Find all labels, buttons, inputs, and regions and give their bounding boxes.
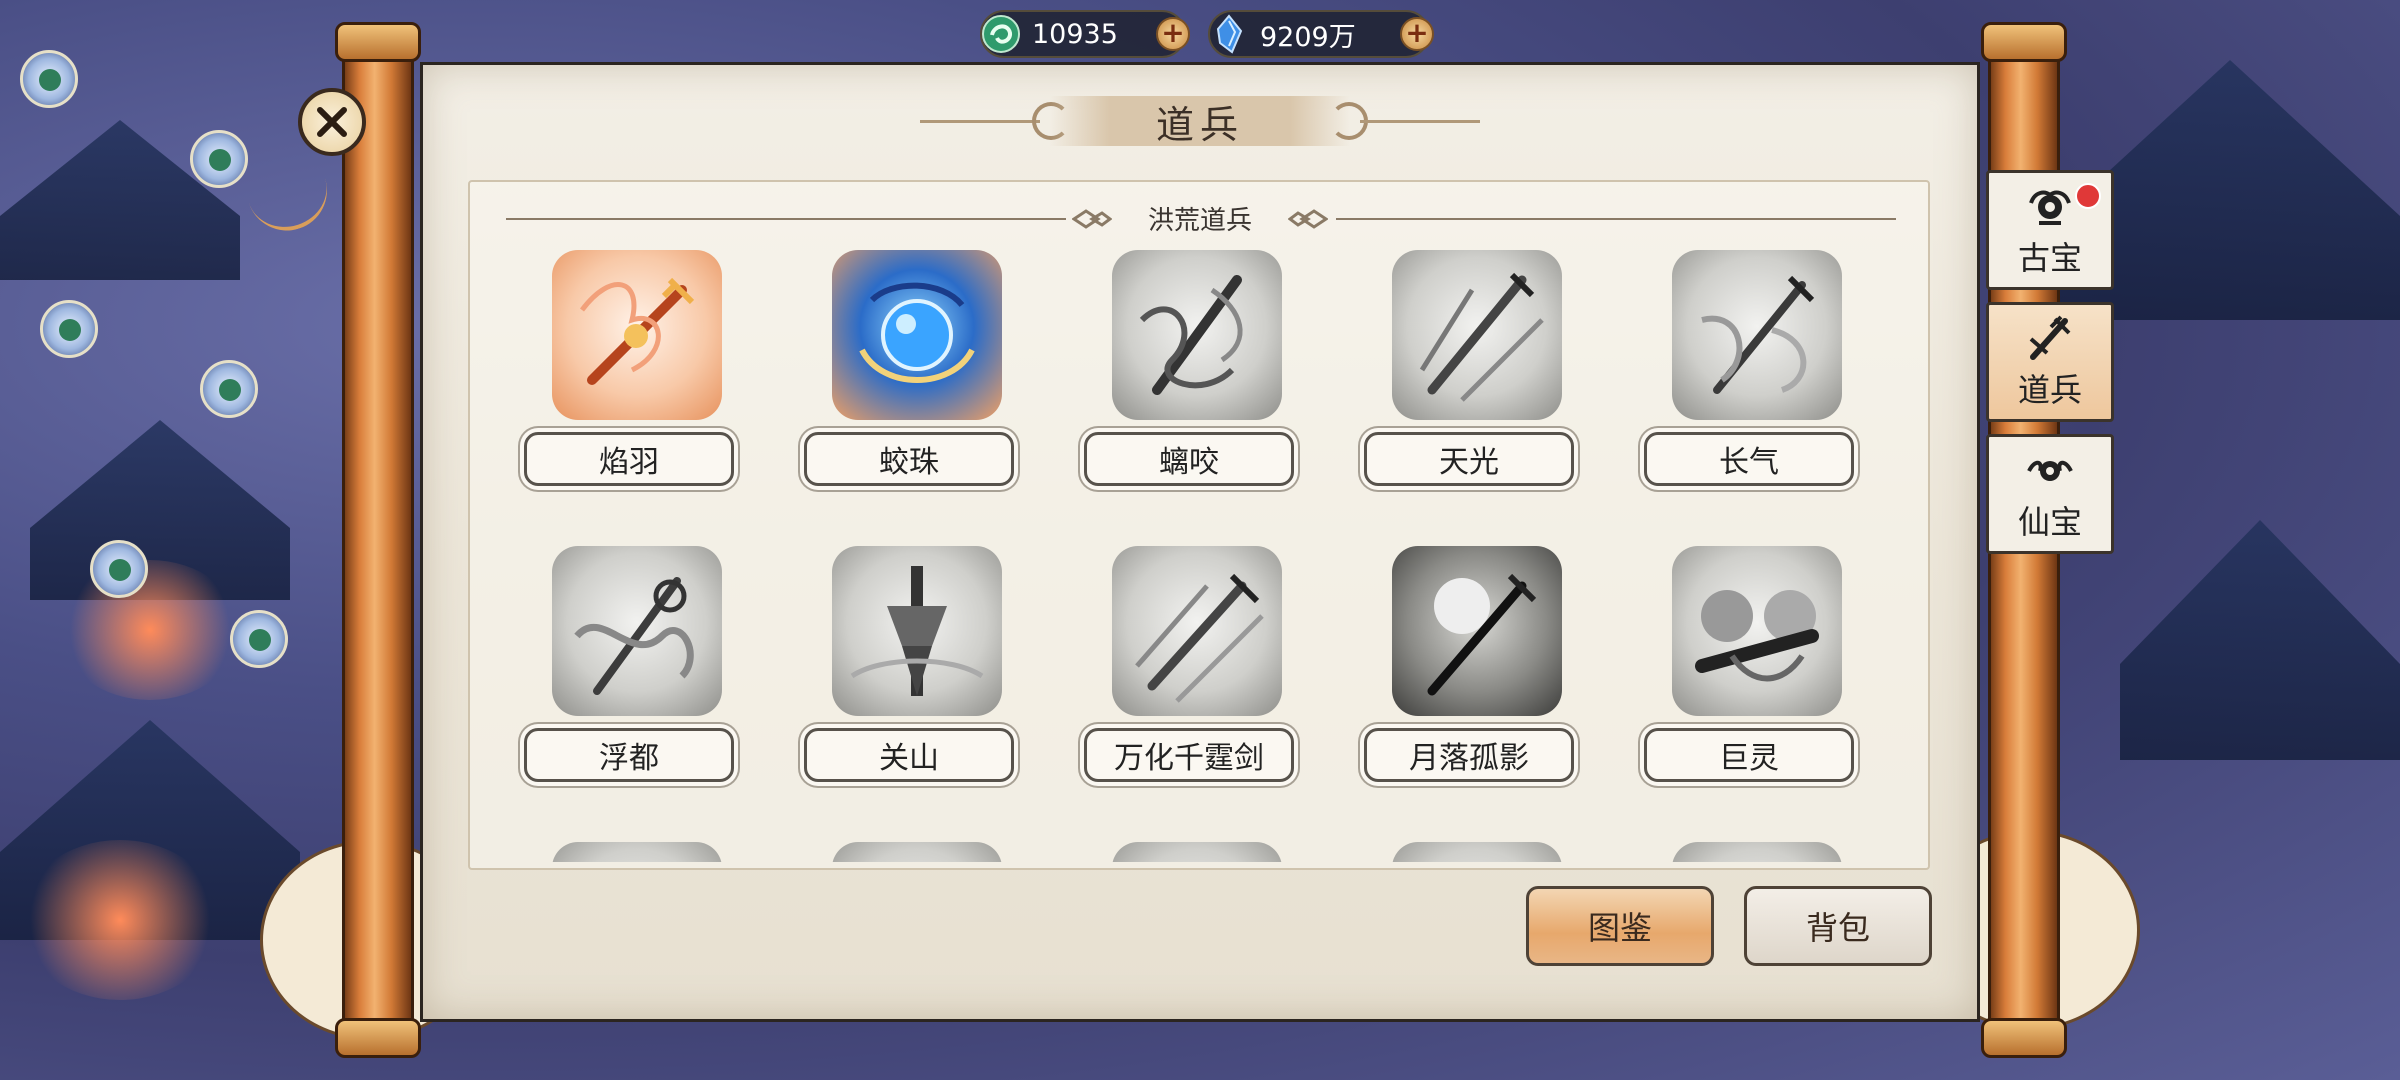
tab-label: 仙宝 (2017, 503, 2082, 541)
weapon-image (832, 250, 1002, 420)
weapon-item-jiaozhu[interactable]: 蛟珠 (804, 240, 1014, 500)
weapon-item-tianguang[interactable]: 天光 (1364, 240, 1574, 500)
panel-title-band: 道兵 (920, 92, 1480, 150)
divider-line (1336, 218, 1896, 220)
currency-crystal: 9209万 + (1206, 10, 1434, 58)
jade-coin-icon (978, 11, 1024, 57)
weapon-image (1672, 842, 1842, 862)
weapon-name: 天光 (1364, 432, 1574, 486)
ancient-treasure-icon (2029, 190, 2071, 225)
bag-button[interactable]: 背包 (1744, 886, 1932, 966)
tab-ancient-treasure[interactable]: 古宝 (1986, 170, 2114, 290)
weapon-image (1672, 546, 1842, 716)
weapon-image (552, 546, 722, 716)
section-subtitle: 洪荒道兵 (1147, 206, 1252, 236)
weapon-image (1672, 250, 1842, 420)
bg-lantern-glow (60, 560, 240, 700)
bg-building (2120, 520, 2400, 760)
map-node[interactable] (200, 360, 258, 418)
weapon-name: 巨灵 (1644, 728, 1854, 782)
blue-crystal-icon (1206, 11, 1252, 57)
bg-lantern-glow (20, 840, 220, 1000)
scroll-rod-cap (1981, 1018, 2067, 1058)
weapon-image (1112, 842, 1282, 862)
weapon-item-fudu[interactable]: 浮都 (524, 536, 734, 796)
weapon-name: 浮都 (524, 728, 734, 782)
weapon-item-partial[interactable] (524, 832, 734, 862)
weapon-item-wanhua-qianting-jian[interactable]: 万化千霆剑 (1084, 536, 1294, 796)
add-crystal-button[interactable]: + (1400, 17, 1434, 51)
weapon-item-juling[interactable]: 巨灵 (1644, 536, 1854, 796)
tab-weapon[interactable]: 道兵 (1986, 302, 2114, 422)
weapon-image (1112, 546, 1282, 716)
catalog-button[interactable]: 图鉴 (1526, 886, 1714, 966)
close-button[interactable] (298, 88, 366, 156)
scroll-rod-cap (335, 1018, 421, 1058)
tab-label: 道兵 (2017, 371, 2082, 409)
map-node[interactable] (190, 130, 248, 188)
weapon-item-changqi[interactable]: 长气 (1644, 240, 1854, 500)
weapon-image (1392, 250, 1562, 420)
notification-badge (2075, 183, 2101, 209)
weapon-name: 螭咬 (1084, 432, 1294, 486)
add-jade-button[interactable]: + (1156, 17, 1190, 51)
weapon-image (1392, 842, 1562, 862)
scroll-rod-cap (335, 22, 421, 62)
weapon-item-partial[interactable] (804, 832, 1014, 862)
weapon-image (552, 842, 722, 862)
map-node[interactable] (40, 300, 98, 358)
weapon-item-yueluo-guying[interactable]: 月落孤影 (1364, 536, 1574, 796)
weapon-name: 月落孤影 (1364, 728, 1574, 782)
map-node[interactable] (90, 540, 148, 598)
tab-label: 古宝 (2017, 239, 2082, 277)
panel-title: 道兵 (1155, 102, 1244, 147)
immortal-treasure-icon (2027, 460, 2073, 481)
weapon-name: 关山 (804, 728, 1014, 782)
divider-line (506, 218, 1066, 220)
tab-immortal-treasure[interactable]: 仙宝 (1986, 434, 2114, 554)
weapon-name: 万化千霆剑 (1084, 728, 1294, 782)
weapon-name: 焰羽 (524, 432, 734, 486)
scroll-rod-left (342, 30, 414, 1050)
weapon-image (832, 546, 1002, 716)
map-node[interactable] (230, 610, 288, 668)
weapon-icon (2029, 315, 2071, 360)
close-icon (317, 107, 347, 137)
diamond-ornament (1072, 209, 1112, 229)
weapon-item-partial[interactable] (1364, 832, 1574, 862)
weapon-grid[interactable]: 焰羽 蛟珠 螭咬 天光 长气 浮都 关山 万化千霆剑 月落孤影 巨灵 (480, 240, 1920, 862)
weapon-image (1392, 546, 1562, 716)
map-node[interactable] (20, 50, 78, 108)
tassel-ornament (242, 159, 338, 241)
weapon-image (552, 250, 722, 420)
weapon-item-partial[interactable] (1644, 832, 1854, 862)
weapon-image (832, 842, 1002, 862)
jade-amount: 10935 (1032, 18, 1118, 50)
weapon-item-guanshan[interactable]: 关山 (804, 536, 1014, 796)
weapon-item-chiyao[interactable]: 螭咬 (1084, 240, 1294, 500)
weapon-item-yanyu[interactable]: 焰羽 (524, 240, 734, 500)
weapon-image (1112, 250, 1282, 420)
weapon-name: 蛟珠 (804, 432, 1014, 486)
currency-jade: 10935 + (978, 10, 1190, 58)
weapon-item-partial[interactable] (1084, 832, 1294, 862)
weapon-name: 长气 (1644, 432, 1854, 486)
scroll-rod-cap (1981, 22, 2067, 62)
diamond-ornament (1288, 209, 1328, 229)
crystal-amount: 9209万 (1260, 21, 1356, 53)
